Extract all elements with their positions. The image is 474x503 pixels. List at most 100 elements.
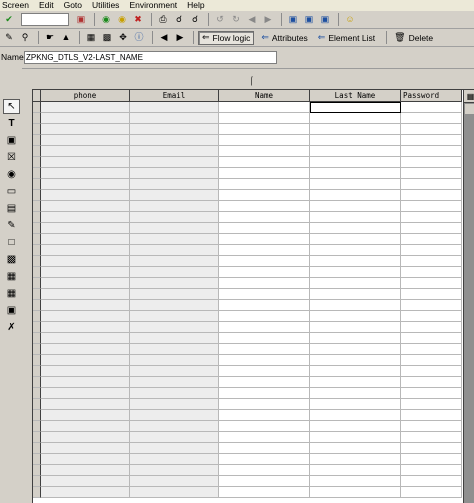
table-cell[interactable] [401,102,462,113]
table-cell[interactable] [401,256,462,267]
menu-edit[interactable]: Edit [39,0,54,11]
table-cell[interactable] [41,388,130,399]
row-selector[interactable] [33,476,41,487]
table-cell[interactable] [130,410,219,421]
table-cell[interactable] [219,234,310,245]
table-cell[interactable] [401,289,462,300]
table-cell[interactable] [219,278,310,289]
table-cell[interactable] [401,443,462,454]
row-selector[interactable] [33,421,41,432]
table-cell[interactable] [41,333,130,344]
table-cell[interactable] [310,454,401,465]
table-cell[interactable] [219,256,310,267]
row-selector[interactable] [33,102,41,113]
table-cell[interactable] [401,432,462,443]
exit-icon[interactable]: ◉ [115,13,129,27]
where-used-icon[interactable]: ▲ [59,31,73,45]
table-cell[interactable] [219,443,310,454]
table-cell[interactable] [310,289,401,300]
row-selector[interactable] [33,465,41,476]
table-cell[interactable] [310,377,401,388]
table-cell[interactable] [41,399,130,410]
table-cell[interactable] [41,190,130,201]
cancel-icon[interactable]: ✖ [131,13,145,27]
table-cell[interactable] [41,113,130,124]
save-icon[interactable]: ▣ [74,13,88,27]
help-icon[interactable]: ☺ [343,13,357,27]
table-settings-icon[interactable]: ▦ [464,90,474,103]
print-icon[interactable]: ⎙ [156,13,170,27]
table-cell[interactable] [130,454,219,465]
table-cell[interactable] [401,157,462,168]
table-cell[interactable] [401,300,462,311]
menu-goto[interactable]: Goto [64,0,82,11]
table-cell[interactable] [401,135,462,146]
table-cell[interactable] [219,223,310,234]
table-cell[interactable] [219,212,310,223]
table-cell[interactable] [219,168,310,179]
table-cell[interactable] [219,102,310,113]
row-selector[interactable] [33,454,41,465]
table-cell[interactable] [41,146,130,157]
table-cell[interactable] [310,333,401,344]
table-cell[interactable] [310,366,401,377]
table-cell[interactable] [130,289,219,300]
table-cell[interactable] [310,190,401,201]
row-selector[interactable] [33,355,41,366]
table-cell[interactable] [219,421,310,432]
table-cell[interactable] [41,234,130,245]
table-cell[interactable] [310,421,401,432]
table-cell[interactable] [310,344,401,355]
table-cell[interactable] [130,223,219,234]
table-cell[interactable] [401,399,462,410]
table-cell[interactable] [219,179,310,190]
table-cell[interactable] [401,234,462,245]
next-page-icon[interactable]: ◀ [245,13,259,27]
table-cell[interactable] [310,465,401,476]
table-cell[interactable] [130,113,219,124]
row-selector[interactable] [33,245,41,256]
table-cell[interactable] [41,278,130,289]
subscreen-icon[interactable]: ▩ [3,252,20,267]
table-cell[interactable] [130,146,219,157]
prev-page-icon[interactable]: ↻ [229,13,243,27]
row-selector[interactable] [33,443,41,454]
row-selector[interactable] [33,179,41,190]
table-cell[interactable] [310,300,401,311]
other-object-icon[interactable]: ☛ [43,31,57,45]
table-cell[interactable] [130,366,219,377]
table-cell[interactable] [41,102,130,113]
table-cell[interactable] [41,311,130,322]
row-selector[interactable] [33,322,41,333]
table-cell[interactable] [310,135,401,146]
table-cell[interactable] [130,465,219,476]
table-cell[interactable] [219,311,310,322]
table-cell[interactable] [130,388,219,399]
row-selector[interactable] [33,135,41,146]
table-cell[interactable] [401,410,462,421]
table-wizard-icon[interactable]: ▦ [3,286,20,301]
table-cell[interactable] [219,355,310,366]
table-cell[interactable] [401,344,462,355]
table-cell[interactable] [41,179,130,190]
navigation-icon[interactable]: ▩ [100,31,114,45]
table-cell[interactable] [130,168,219,179]
table-cell[interactable] [130,487,219,498]
table-cell[interactable] [219,157,310,168]
table-cell[interactable] [310,388,401,399]
table-cell[interactable] [219,388,310,399]
check-icon[interactable]: ✔ [2,13,16,27]
vertical-scrollbar[interactable]: ▦ [463,90,474,503]
table-cell[interactable] [310,443,401,454]
table-cell[interactable] [130,201,219,212]
table-cell[interactable] [130,234,219,245]
table-cell[interactable] [41,135,130,146]
next-object-icon[interactable]: ▶ [173,31,187,45]
table-cell[interactable] [401,311,462,322]
table-cell[interactable] [401,377,462,388]
last-page-icon[interactable]: ▶ [261,13,275,27]
flow-logic-button[interactable]: ⇐ Flow logic [198,30,255,45]
table-cell[interactable] [310,399,401,410]
table-cell[interactable] [401,476,462,487]
column-header-name[interactable]: Name [219,90,310,102]
